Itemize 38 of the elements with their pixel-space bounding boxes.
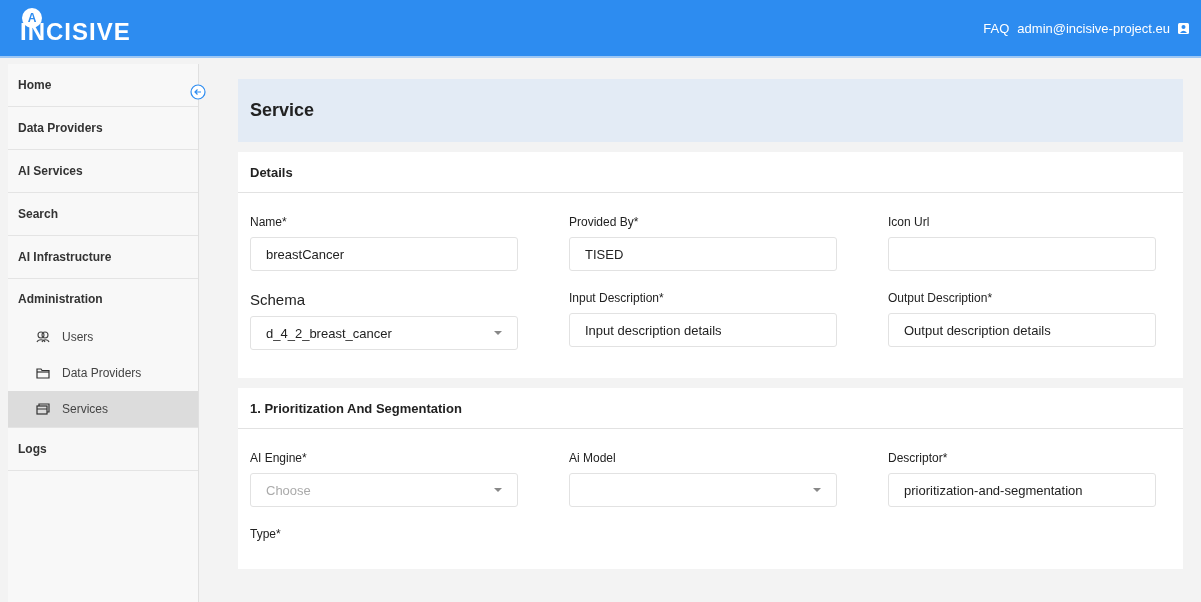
sidebar-item[interactable]: Logs xyxy=(8,428,198,471)
field-label: Ai Model xyxy=(569,451,616,465)
caret-icon xyxy=(494,331,502,335)
text-field[interactable]: prioritization-and-segmentation xyxy=(888,473,1156,507)
field-label: Name* xyxy=(250,215,287,229)
sidebar-item[interactable]: Data Providers xyxy=(8,107,198,150)
text-field[interactable]: Output description details xyxy=(888,313,1156,347)
dropdown[interactable]: d_4_2_breast_cancer xyxy=(250,316,518,350)
field-label: Type* xyxy=(250,527,281,541)
field-label: Input Description* xyxy=(569,291,664,305)
field-label: Provided By* xyxy=(569,215,639,229)
user-icon[interactable] xyxy=(1178,22,1189,34)
windows-icon xyxy=(36,403,50,415)
collapse-icon[interactable] xyxy=(190,84,206,100)
sidebar-item[interactable]: AI Infrastructure xyxy=(8,236,198,279)
caret-icon xyxy=(813,488,821,492)
section-title: Details xyxy=(250,164,293,180)
sidebar-item[interactable]: Administration xyxy=(8,279,198,319)
field-label: Schema xyxy=(250,291,306,308)
sidebar-subitem[interactable]: Data Providers xyxy=(8,355,198,391)
text-field[interactable]: breastCancer xyxy=(250,237,518,271)
caret-icon xyxy=(494,488,502,492)
text-field[interactable]: Input description details xyxy=(569,313,837,347)
sidebar-item[interactable]: AI Services xyxy=(8,150,198,193)
text-field[interactable] xyxy=(888,237,1156,271)
page-title: Service xyxy=(250,100,315,121)
field-label: AI Engine* xyxy=(250,451,307,465)
section-title: 1. Prioritization And Segmentation xyxy=(250,400,462,416)
sidebar-subitem[interactable]: Users xyxy=(8,319,198,355)
text-field[interactable]: TISED xyxy=(569,237,837,271)
field-label: Icon Url xyxy=(888,215,930,229)
field-label: Output Description* xyxy=(888,291,993,305)
sidebar-subitem[interactable]: Services xyxy=(8,391,198,427)
sidebar-item[interactable]: Search xyxy=(8,193,198,236)
sidebar-item[interactable]: Home xyxy=(8,64,198,107)
users-icon xyxy=(36,331,50,343)
folder-icon xyxy=(36,367,50,379)
field-label: Descriptor* xyxy=(888,451,948,465)
